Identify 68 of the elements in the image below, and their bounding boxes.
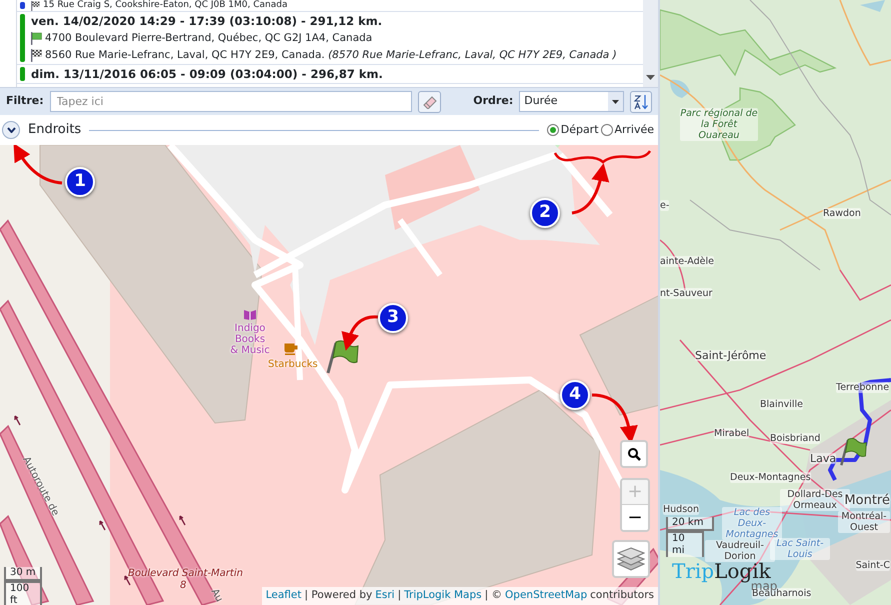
filter-label: Filtre: bbox=[6, 93, 44, 110]
map-label: Saint-C bbox=[856, 560, 890, 571]
order-label: Ordre: bbox=[473, 93, 514, 110]
attribution-text: contributors bbox=[590, 588, 654, 604]
one-way-arrow-icon bbox=[14, 415, 21, 426]
map-label: Lac des Deux-Montagnes bbox=[722, 507, 782, 540]
scale-bar: 100 ft bbox=[4, 581, 42, 605]
map-label: e- bbox=[660, 200, 670, 211]
scale-bar: 10 mi bbox=[666, 531, 704, 557]
map-label: Au bbox=[208, 587, 225, 604]
start-flag-icon bbox=[31, 32, 42, 45]
map-label: Rawdon bbox=[823, 208, 861, 219]
eraser-icon[interactable] bbox=[418, 90, 441, 112]
chevron-icon bbox=[6, 127, 16, 133]
flag-marker-icon bbox=[325, 338, 359, 374]
one-way-arrow-icon bbox=[179, 515, 186, 526]
callout-arrow bbox=[572, 163, 609, 214]
callout-arrow bbox=[13, 145, 62, 184]
flag-marker-icon bbox=[838, 436, 868, 466]
trip-header: ven. 14/02/2020 14:29 - 17:39 (03:10:08) - 291,12 km. bbox=[31, 13, 384, 30]
map-label: Indigo Books & Music bbox=[230, 323, 270, 356]
collapse-toggle[interactable] bbox=[2, 121, 20, 139]
callout-arrow bbox=[342, 315, 378, 351]
section-title: Endroits bbox=[28, 121, 82, 140]
coffee-cup-icon bbox=[284, 343, 298, 355]
search-icon[interactable] bbox=[620, 440, 648, 468]
radio-option[interactable]: Départ bbox=[546, 122, 599, 138]
one-way-arrow-icon bbox=[99, 520, 106, 531]
checkered-flag-icon bbox=[31, 49, 42, 62]
scale-bar: 20 km bbox=[666, 517, 714, 531]
map-label: Parc régional de la Forêt Ouareau bbox=[680, 108, 758, 141]
map-label: ainte-Adèle bbox=[660, 256, 714, 267]
map-label: Montréal-Ouest bbox=[838, 511, 890, 533]
attribution-link[interactable]: Esri bbox=[375, 588, 395, 604]
scrollbar[interactable] bbox=[643, 0, 658, 87]
map-label: Montré bbox=[844, 494, 890, 508]
caret-icon bbox=[612, 100, 619, 104]
map-label: Boisbriand bbox=[770, 433, 820, 444]
layers-icon[interactable] bbox=[612, 540, 650, 578]
map-label: 8 bbox=[180, 580, 186, 591]
map-label: nt-Sauveur bbox=[660, 288, 712, 299]
attribution-link[interactable]: TripLogik Maps bbox=[404, 588, 482, 604]
radio-option[interactable]: Arrivée bbox=[600, 122, 654, 138]
map-label: Mirabel bbox=[714, 428, 750, 439]
order-dropdown[interactable]: Durée bbox=[519, 91, 624, 112]
map-label: Lac Saint-Louis bbox=[770, 538, 830, 560]
scale-bar: 30 m bbox=[4, 567, 42, 581]
attribution-text: | Powered by bbox=[304, 588, 372, 604]
scroll-down-icon[interactable] bbox=[646, 75, 655, 81]
address-text: 15 Rue Craig S, Cookshire-Eaton, QC J0B 1M0, Canada bbox=[43, 0, 288, 11]
address-text: 8560 Rue Marie-Lefranc, Laval, QC H7Y 2E9, Canada. (8570 Rue Marie-Lefranc, Laval, QC H7Y 2E9, Canada ) bbox=[45, 48, 617, 63]
sort-icon[interactable] bbox=[630, 90, 652, 112]
filter-field[interactable]: Tapez ici bbox=[50, 91, 412, 112]
attribution-text: | © bbox=[484, 588, 502, 604]
attribution-link[interactable]: OpenStreetMap bbox=[505, 588, 588, 604]
trip-header: dim. 13/11/2016 06:05 - 09:09 (03:04:00) - 296,87 km. bbox=[31, 66, 383, 83]
map-label: Deux-Montagnes bbox=[730, 472, 811, 483]
book-icon bbox=[243, 309, 257, 320]
map-label: Terrebonne bbox=[836, 382, 890, 393]
logo-text: Trip bbox=[672, 560, 714, 582]
map-label: Hudson bbox=[663, 504, 699, 515]
map-label: Vaudreuil-Dorion bbox=[705, 540, 775, 562]
attribution-text: | bbox=[398, 588, 402, 604]
address-text: 4700 Boulevard Pierre-Bertrand, Québec, QC G2J 1A4, Canada bbox=[45, 31, 372, 46]
map-label: Blainville bbox=[760, 399, 804, 410]
map-label: Starbucks bbox=[268, 359, 318, 370]
attribution-link[interactable]: Leaflet bbox=[266, 588, 302, 604]
one-way-arrow-icon bbox=[124, 575, 131, 586]
